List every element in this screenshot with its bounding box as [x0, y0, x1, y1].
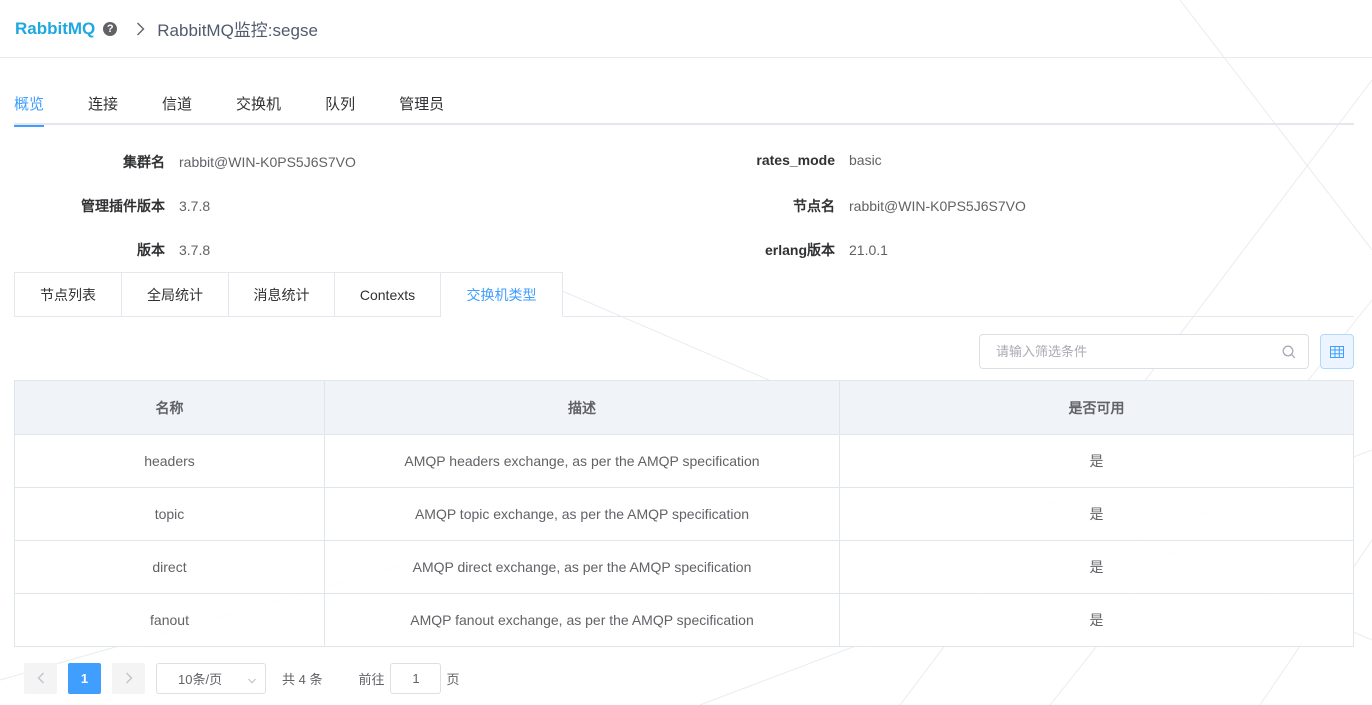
tab-admin[interactable]: 管理员 — [399, 88, 444, 125]
subtab-node-list[interactable]: 节点列表 — [14, 272, 122, 317]
cell-description: AMQP topic exchange, as per the AMQP spe… — [324, 487, 840, 541]
cell-description: AMQP headers exchange, as per the AMQP s… — [324, 434, 840, 488]
cell-name: headers — [14, 434, 325, 488]
table-row: headers AMQP headers exchange, as per th… — [14, 434, 1354, 488]
chevron-right-icon — [125, 672, 132, 684]
page-unit-label: 页 — [446, 671, 460, 687]
column-header-description: 描述 — [324, 380, 840, 435]
total-count: 共 4 条 — [282, 671, 323, 687]
tab-exchanges[interactable]: 交换机 — [236, 88, 281, 125]
subtab-global-stats[interactable]: 全局统计 — [122, 272, 229, 317]
subtab-message-stats[interactable]: 消息统计 — [229, 272, 335, 317]
tab-overview[interactable]: 概览 — [14, 88, 45, 127]
cell-name: direct — [14, 540, 325, 594]
search-icon[interactable] — [1282, 345, 1296, 364]
tab-connections[interactable]: 连接 — [88, 88, 118, 125]
table-row: direct AMQP direct exchange, as per the … — [14, 540, 1354, 594]
table-header-row: 名称 描述 是否可用 — [14, 380, 1354, 435]
app-header: RabbitMQ ? RabbitMQ监控:segse — [0, 0, 1372, 58]
version-value: 3.7.8 — [179, 242, 211, 258]
column-header-enabled: 是否可用 — [839, 380, 1354, 435]
cell-enabled: 是 — [839, 434, 1354, 488]
table-view-button[interactable] — [1320, 334, 1354, 369]
rates-mode-label: rates_mode — [756, 152, 835, 168]
cell-name: topic — [14, 487, 325, 541]
erlang-version-value: 21.0.1 — [849, 242, 888, 258]
rates-mode-value: basic — [849, 152, 882, 168]
cell-name: fanout — [14, 593, 325, 647]
table-row: fanout AMQP fanout exchange, as per the … — [14, 593, 1354, 647]
page-title: RabbitMQ监控:segse — [157, 21, 318, 40]
plugin-version-value: 3.7.8 — [179, 198, 211, 214]
exchange-types-table: 名称 描述 是否可用 headers AMQP headers exchange… — [14, 380, 1354, 647]
page: RabbitMQ ? RabbitMQ监控:segse 概览 连接 信道 交换机… — [0, 0, 1372, 705]
tab-channels[interactable]: 信道 — [162, 88, 192, 125]
table-row: topic AMQP topic exchange, as per the AM… — [14, 487, 1354, 541]
info-erlang-version: erlang版本 21.0.1 — [684, 240, 888, 260]
subtab-contexts[interactable]: Contexts — [335, 272, 441, 317]
next-page-button[interactable] — [112, 662, 145, 694]
info-version: 版本 3.7.8 — [14, 240, 210, 260]
info-cluster-name: 集群名 rabbit@WIN-K0PS5J6S7VO — [14, 152, 356, 172]
tab-queues[interactable]: 队列 — [325, 88, 355, 125]
version-label: 版本 — [137, 242, 165, 258]
filter-search-box[interactable] — [979, 334, 1309, 369]
filter-input[interactable] — [996, 344, 1276, 359]
grid-icon — [1330, 345, 1344, 358]
overview-subtabs: 节点列表 全局统计 消息统计 Contexts 交换机类型 — [14, 272, 1354, 317]
goto-label: 前往 — [358, 671, 385, 687]
cell-enabled: 是 — [839, 540, 1354, 594]
column-header-name: 名称 — [14, 380, 325, 435]
info-plugin-version: 管理插件版本 3.7.8 — [14, 196, 210, 216]
plugin-version-label: 管理插件版本 — [81, 198, 165, 214]
cluster-name-label: 集群名 — [123, 154, 165, 170]
node-name-value: rabbit@WIN-K0PS5J6S7VO — [849, 198, 1026, 214]
prev-page-button[interactable] — [24, 662, 57, 694]
main-tabs: 概览 连接 信道 交换机 队列 管理员 — [14, 88, 1354, 127]
node-name-label: 节点名 — [793, 198, 835, 214]
page-size-value: 10条/页 — [178, 671, 223, 687]
chevron-left-icon — [37, 672, 44, 684]
cell-enabled: 是 — [839, 487, 1354, 541]
erlang-version-label: erlang版本 — [764, 242, 835, 258]
chevron-down-icon — [247, 674, 257, 689]
page-number-button[interactable]: 1 — [68, 662, 101, 694]
goto-page-input[interactable]: 1 — [390, 662, 442, 694]
cell-description: AMQP fanout exchange, as per the AMQP sp… — [324, 593, 840, 647]
cell-description: AMQP direct exchange, as per the AMQP sp… — [324, 540, 840, 594]
cluster-name-value: rabbit@WIN-K0PS5J6S7VO — [179, 154, 356, 170]
cell-enabled: 是 — [839, 593, 1354, 647]
breadcrumb-chevron-right-icon — [133, 22, 147, 36]
brand-logo-text[interactable]: RabbitMQ — [15, 19, 95, 39]
page-size-select[interactable]: 10条/页 — [156, 662, 266, 694]
info-node-name: 节点名 rabbit@WIN-K0PS5J6S7VO — [684, 196, 1026, 216]
help-icon[interactable]: ? — [103, 21, 118, 36]
subtab-exchange-types[interactable]: 交换机类型 — [441, 272, 563, 317]
pagination: 1 10条/页 共 4 条 前往 1 页 — [24, 662, 460, 694]
info-rates-mode: rates_mode basic — [684, 152, 882, 168]
